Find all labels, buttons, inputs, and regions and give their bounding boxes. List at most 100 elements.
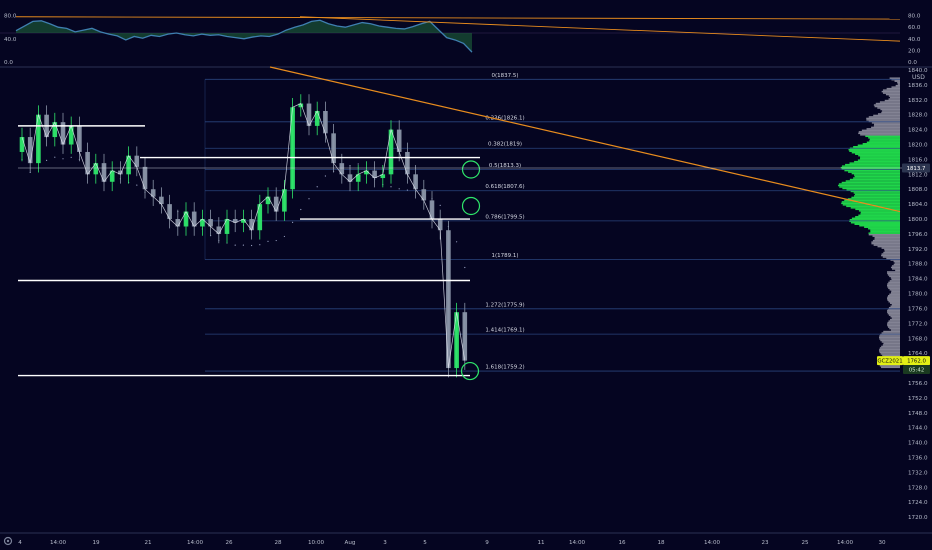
- volume-profile-bar: [883, 330, 900, 333]
- time-tick-label: 25: [801, 540, 809, 546]
- volume-profile-bar: [871, 122, 900, 124]
- candle-body: [142, 166, 148, 190]
- volume-profile-bar: [882, 344, 900, 346]
- moving-average-dot: [242, 244, 244, 246]
- moving-average-dot: [390, 186, 392, 188]
- volume-profile-bar: [860, 134, 900, 136]
- moving-average-dot: [251, 244, 253, 247]
- volume-profile-bar: [884, 248, 900, 251]
- volume-profile-bar: [890, 318, 900, 321]
- volume-profile-bar: [889, 275, 900, 278]
- moving-average-dot: [234, 244, 236, 246]
- volume-profile-bar: [877, 107, 900, 109]
- volume-profile-bar: [890, 305, 900, 307]
- time-tick-label: 14:00: [50, 540, 67, 546]
- volume-profile-bar: [881, 341, 900, 343]
- time-tick-label: 14:00: [569, 540, 586, 546]
- volume-profile-bar: [877, 245, 900, 248]
- volume-profile-bar: [889, 96, 900, 99]
- candle-body: [77, 125, 82, 152]
- oscillator-tick-label: 0.0: [908, 60, 917, 66]
- volume-profile-bar: [871, 126, 900, 129]
- oscillator-tick-label: 80.0: [908, 14, 921, 20]
- time-tick-label: 19: [92, 540, 100, 546]
- volume-profile-bar: [892, 268, 900, 270]
- volume-profile-bar: [894, 80, 900, 82]
- moving-average-dot: [398, 188, 400, 190]
- volume-profile-bar: [874, 105, 900, 108]
- volume-profile-bar: [886, 87, 900, 90]
- volume-profile-bar: [888, 314, 900, 316]
- volume-profile-bar: [868, 137, 900, 139]
- countdown-badge-text: 05:42: [909, 368, 925, 374]
- time-tick-label: 4: [18, 540, 22, 546]
- moving-average-dot: [267, 240, 269, 242]
- time-tick-label: 28: [274, 540, 282, 546]
- time-tick-label: 30: [878, 540, 886, 546]
- volume-profile-bar: [884, 99, 900, 102]
- volume-profile-bar: [881, 366, 900, 369]
- price-tick-label: 1728.0: [908, 485, 928, 491]
- fib-level-label: 1.272(1775.9): [485, 302, 524, 308]
- volume-profile-bar: [870, 229, 900, 231]
- price-tick-label: 1792.0: [908, 247, 928, 253]
- moving-average-dot: [54, 156, 56, 158]
- candle-body: [27, 137, 33, 164]
- volume-profile-bar: [888, 287, 900, 290]
- moving-average-dot: [292, 221, 294, 223]
- fib-level-label: 0.786(1799.5): [485, 214, 524, 220]
- volume-profile-bar: [873, 104, 900, 106]
- price-tick-label: 1780.0: [908, 292, 928, 298]
- price-tick-label: 1772.0: [908, 321, 928, 327]
- volume-profile-bar: [873, 244, 900, 246]
- time-tick-label: Aug: [345, 540, 356, 546]
- fib-level-label: 0.618(1807.6): [485, 184, 524, 190]
- time-tick-label: 16: [618, 540, 626, 546]
- price-axis-unit: USD: [912, 74, 925, 81]
- price-tick-label: 1812.0: [908, 172, 928, 178]
- volume-profile-bar: [890, 266, 900, 269]
- volume-profile-bar: [887, 272, 900, 275]
- moving-average-dot: [464, 266, 466, 269]
- volume-profile-bar: [880, 339, 900, 342]
- price-tick-label: 1756.0: [908, 381, 928, 387]
- volume-profile-bar: [887, 321, 900, 324]
- candle-body: [405, 151, 410, 175]
- volume-profile-bar: [879, 348, 900, 351]
- volume-profile-bar: [882, 110, 900, 112]
- oscillator-tick-label: 60.0: [908, 25, 921, 31]
- volume-profile-bar: [893, 260, 900, 263]
- volume-profile-bar: [879, 335, 900, 337]
- volume-profile-bar: [891, 303, 900, 306]
- oscillator-left-tick-label: 80.0: [4, 14, 17, 20]
- volume-profile-bar: [887, 323, 900, 325]
- candle-body: [290, 107, 295, 190]
- volume-profile-bar: [879, 338, 900, 340]
- volume-profile-bar: [879, 101, 900, 103]
- fib-level-label: 0(1837.5): [491, 73, 518, 79]
- volume-profile-bar: [869, 140, 900, 142]
- price-tick-label: 1828.0: [908, 113, 928, 119]
- moving-average-dot: [324, 175, 326, 177]
- candle-body: [282, 189, 287, 212]
- volume-profile-bar: [895, 269, 900, 272]
- volume-profile-bar: [872, 235, 900, 237]
- volume-profile-bar: [869, 138, 900, 141]
- price-tick-label: 1840.0: [908, 68, 928, 74]
- volume-profile-bar: [888, 281, 900, 284]
- volume-profile-bar: [882, 354, 900, 357]
- time-tick-label: 14:00: [837, 540, 854, 546]
- candle-body: [446, 230, 451, 369]
- volume-profile-bar: [875, 102, 900, 105]
- volume-profile-bar: [866, 141, 900, 144]
- oscillator-left-tick-label: 40.0: [4, 37, 17, 43]
- volume-profile-bar: [881, 345, 900, 348]
- moving-average-dot: [275, 239, 277, 242]
- volume-profile-bar: [874, 236, 900, 239]
- volume-profile-bar: [881, 254, 900, 257]
- volume-profile-bar: [890, 329, 900, 331]
- volume-profile-bar: [891, 290, 900, 293]
- time-tick-label: 21: [144, 540, 152, 546]
- volume-profile-bar: [888, 306, 900, 309]
- volume-profile-bar: [865, 135, 900, 138]
